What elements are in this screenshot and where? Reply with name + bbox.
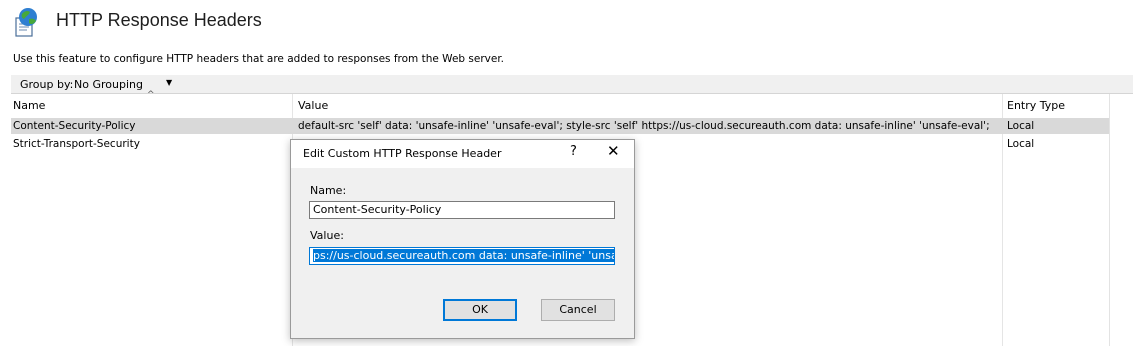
group-by-toolbar: Group by: No Grouping ▼: [11, 75, 1133, 94]
close-icon[interactable]: ✕: [607, 142, 620, 160]
globe-document-icon: [10, 6, 42, 38]
cancel-button[interactable]: Cancel: [541, 299, 615, 321]
group-by-label: Group by:: [20, 78, 74, 91]
value-field-text: ps://us-cloud.secureauth.com data: unsaf…: [313, 249, 614, 262]
cell-entry-type: Local: [1007, 120, 1035, 132]
name-label: Name:: [310, 184, 347, 197]
column-header-entry-type[interactable]: Entry Type: [1007, 99, 1065, 112]
edit-header-dialog: Edit Custom HTTP Response Header ? ✕ Nam…: [290, 139, 635, 339]
column-header-name[interactable]: Name: [13, 99, 45, 112]
name-field[interactable]: Content-Security-Policy: [309, 201, 615, 219]
cell-name: Strict-Transport-Security: [13, 138, 140, 150]
cell-value: default-src 'self' data: 'unsafe-inline'…: [298, 120, 990, 132]
chevron-down-icon[interactable]: ▼: [166, 78, 172, 87]
group-by-dropdown[interactable]: No Grouping: [74, 78, 143, 91]
page-description: Use this feature to configure HTTP heade…: [13, 53, 505, 65]
table-row[interactable]: Content-Security-Policy default-src 'sel…: [11, 118, 1109, 134]
ok-button[interactable]: OK: [443, 299, 517, 321]
cell-entry-type: Local: [1007, 138, 1035, 150]
value-label: Value:: [310, 229, 344, 242]
dialog-title: Edit Custom HTTP Response Header: [303, 147, 502, 160]
column-header-value[interactable]: Value: [298, 99, 328, 112]
help-button[interactable]: ?: [570, 144, 577, 159]
dialog-body: Name: Content-Security-Policy Value: ps:…: [291, 168, 634, 338]
cell-name: Content-Security-Policy: [13, 120, 136, 132]
value-field[interactable]: ps://us-cloud.secureauth.com data: unsaf…: [309, 247, 615, 265]
sort-ascending-icon: ^: [147, 90, 155, 100]
page-title: HTTP Response Headers: [56, 10, 262, 30]
